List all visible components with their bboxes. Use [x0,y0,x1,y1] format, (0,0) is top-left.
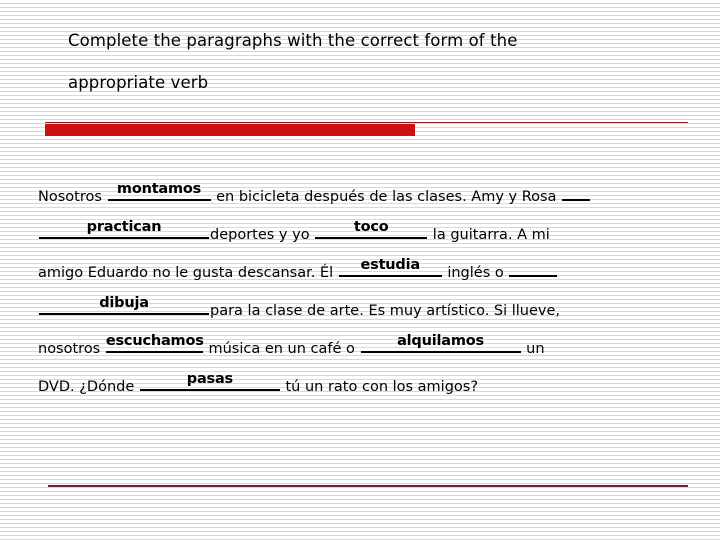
paragraph-text: nosotros [38,341,105,357]
divider-thin-line [45,122,688,123]
paragraph-text: tú un rato con los amigos? [280,379,479,395]
answer-blank[interactable]: dibuja [39,294,209,315]
answer-text: alquilamos [397,333,484,349]
slide-canvas: Complete the paragraphs with the correct… [0,0,720,540]
paragraph-text: amigo Eduardo no le gusta descansar. Él [38,265,338,281]
paragraph-line: Nosotros montamos en bicicleta después d… [38,178,720,216]
answer-text: toco [353,219,389,235]
divider-accent-bar [45,124,415,136]
bottom-rule [48,485,688,487]
paragraph-line: DVD. ¿Dónde pasas tú un rato con los ami… [38,368,720,406]
paragraph-text: un [521,341,545,357]
answer-text: pasas [186,371,233,387]
answer-blank[interactable] [562,180,591,201]
paragraph-text: Nosotros [38,189,107,205]
paragraph-line: nosotros escuchamos música en un café o … [38,330,720,368]
paragraph-line: dibuja para la clase de arte. Es muy artí… [38,292,720,330]
answer-blank[interactable]: montamos [107,180,211,201]
answer-blank[interactable]: alquilamos [360,332,521,353]
paragraph-text: deportes y yo [210,227,315,243]
paragraph-text: para la clase de arte. Es muy artístico.… [210,303,561,319]
answer-text: dibuja [99,295,149,311]
exercise-paragraph: Nosotros montamos en bicicleta después d… [38,178,720,406]
answer-blank[interactable]: pasas [139,370,280,391]
paragraph-line: practican deportes y yo toco la guitarra.… [38,216,720,254]
title-line-1: Complete the paragraphs with the correct… [68,31,518,50]
title-divider [45,120,688,136]
answer-text: montamos [116,181,202,197]
paragraph-text: inglés o [442,265,509,281]
title-line-2: appropriate verb [68,73,209,92]
answer-text: practican [86,219,162,235]
paragraph-text: la guitarra. A mi [428,227,550,243]
page-title: Complete the paragraphs with the correct… [68,20,668,104]
answer-blank[interactable]: escuchamos [105,332,204,353]
answer-text: escuchamos [105,333,204,349]
answer-blank[interactable] [509,256,558,277]
paragraph-text: DVD. ¿Dónde [38,379,139,395]
paragraph-line: amigo Eduardo no le gusta descansar. Él … [38,254,720,292]
answer-blank[interactable]: estudia [338,256,442,277]
answer-text: estudia [360,257,421,273]
paragraph-text: en bicicleta después de las clases. Amy … [211,189,562,205]
paragraph-text: música en un café o [203,341,360,357]
answer-blank[interactable]: toco [315,218,428,239]
answer-blank[interactable]: practican [39,218,209,239]
